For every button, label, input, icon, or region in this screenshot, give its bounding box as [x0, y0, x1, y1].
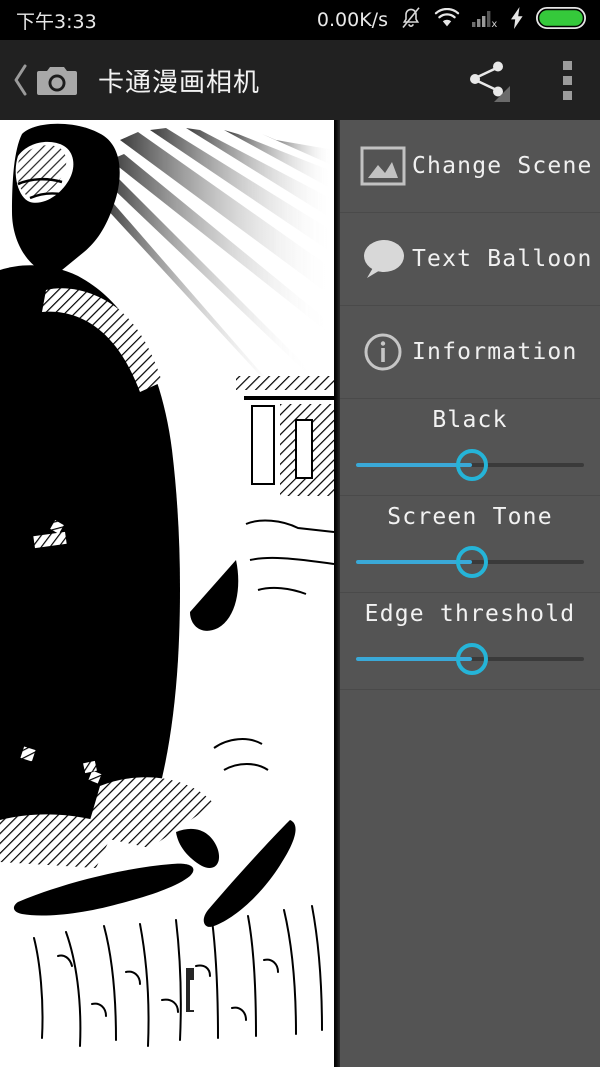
slider-thumb[interactable]: [456, 449, 489, 481]
svg-text:x: x: [491, 19, 497, 28]
slider-thumb[interactable]: [456, 546, 489, 578]
slider-label: Screen Tone: [387, 504, 553, 530]
wifi-icon: [434, 7, 460, 33]
network-speed-text: 0.00K/s: [316, 9, 388, 31]
charging-bolt-icon: [510, 6, 524, 34]
status-clock: 下午3:33: [16, 10, 97, 33]
overflow-dot: [562, 60, 572, 70]
status-bar-icons: 0.00K/s x: [316, 6, 587, 35]
camera-icon[interactable]: [36, 63, 78, 97]
comic-filtered-photo: [0, 120, 334, 1067]
info-circle-icon: [354, 331, 412, 373]
slider-track-row[interactable]: [356, 639, 584, 679]
overflow-dot: [562, 90, 572, 100]
photo-preview[interactable]: [0, 120, 334, 1067]
title-bar-actions: [466, 58, 578, 102]
slider-screen-tone: Screen Tone: [340, 496, 600, 592]
speech-bubble-icon: [354, 238, 412, 280]
title-bar: 卡通漫画相机: [0, 40, 600, 120]
slider-track-row[interactable]: [356, 542, 584, 582]
menu-item-information[interactable]: Information: [340, 306, 600, 398]
tools-panel: Change Scene Text Balloon Information Bl…: [340, 120, 600, 1067]
slider-fill: [356, 657, 473, 661]
slider-track-row[interactable]: [356, 445, 584, 485]
page-title: 卡通漫画相机: [98, 67, 261, 98]
notification-muted-icon: [400, 6, 422, 35]
back-button[interactable]: [8, 63, 34, 97]
slider-label: Edge threshold: [364, 601, 576, 627]
menu-item-change-scene[interactable]: Change Scene: [340, 120, 600, 212]
slider-edge-threshold: Edge threshold: [340, 593, 600, 689]
slider-thumb[interactable]: [456, 643, 489, 675]
slider-fill: [356, 560, 473, 564]
slider-black: Black: [340, 399, 600, 495]
menu-item-label: Text Balloon: [412, 246, 593, 272]
overflow-dot: [562, 75, 572, 85]
image-picture-icon: [354, 146, 412, 186]
share-icon[interactable]: [466, 58, 510, 102]
menu-item-label: Information: [412, 339, 578, 365]
slider-fill: [356, 463, 473, 467]
signal-no-service-icon: x: [472, 8, 498, 33]
menu-item-label: Change Scene: [412, 153, 593, 179]
menu-item-text-balloon[interactable]: Text Balloon: [340, 213, 600, 305]
app-root: 下午3:33 0.00K/s x 卡通漫画相机 Change Scene Tex…: [0, 0, 600, 1067]
overflow-menu-icon[interactable]: [556, 58, 578, 102]
panel-divider: [340, 689, 600, 690]
battery-full-icon: [535, 6, 587, 34]
slider-label: Black: [432, 407, 508, 433]
status-bar: 下午3:33 0.00K/s x: [0, 0, 600, 40]
